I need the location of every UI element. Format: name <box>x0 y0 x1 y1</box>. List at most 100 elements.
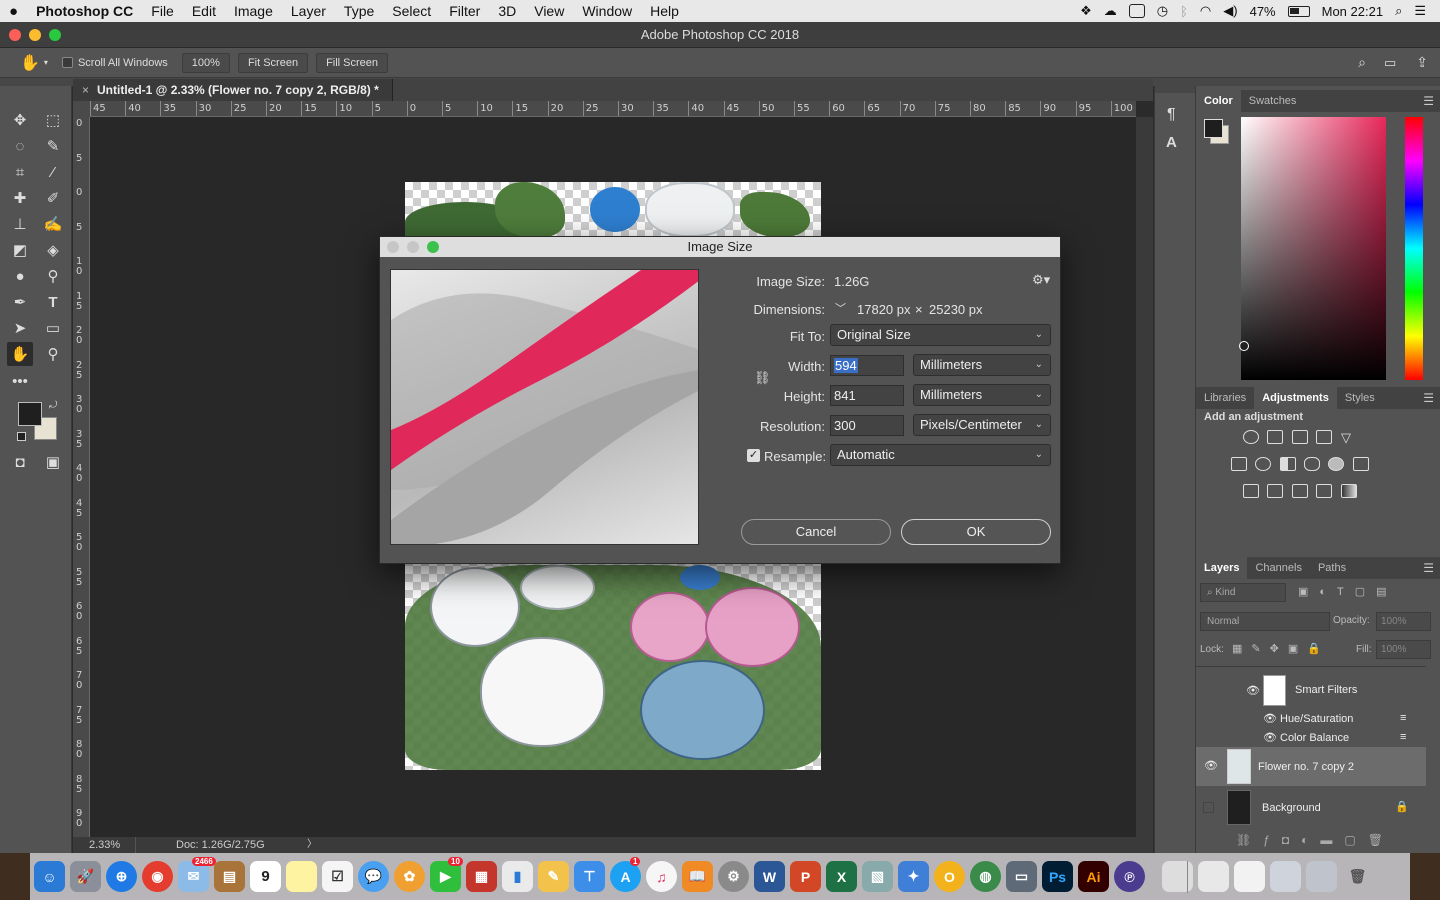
tab-channels[interactable]: Channels <box>1247 557 1309 579</box>
mail-icon[interactable]: ✉ 2466 <box>178 857 216 892</box>
healing-brush-tool-icon[interactable]: ✚ <box>7 186 33 210</box>
channel-mixer-icon[interactable] <box>1328 457 1344 471</box>
menu-image[interactable]: Image <box>225 3 282 19</box>
scanner-icon[interactable]: ▭ <box>1006 861 1037 892</box>
selective-color-icon[interactable] <box>1316 484 1332 498</box>
creative-cloud-icon[interactable]: ☁ <box>1104 3 1117 19</box>
paint-bucket-tool-icon[interactable]: ◈ <box>40 238 66 262</box>
chrome-icon[interactable]: ◉ <box>142 861 173 892</box>
eyedropper-tool-icon[interactable]: ⁄ <box>40 160 66 184</box>
brightness-contrast-icon[interactable] <box>1243 430 1259 444</box>
finder-icon[interactable]: ☺ <box>34 861 65 892</box>
chevron-down-icon[interactable]: ﹀ <box>835 300 846 316</box>
menu-window[interactable]: Window <box>573 3 641 19</box>
layer-filter-icons[interactable]: ▣◐T▢▤ <box>1298 585 1398 598</box>
photo-filter-icon[interactable] <box>1304 457 1320 471</box>
move-tool-icon[interactable]: ✥ <box>7 108 33 132</box>
width-input[interactable]: 594 <box>830 355 904 376</box>
dropbox-icon[interactable]: ❖ <box>1080 3 1092 19</box>
volume-icon[interactable]: ◀) <box>1223 3 1237 19</box>
vpn-icon[interactable]: ℗ <box>1114 861 1145 892</box>
network-icon[interactable]: ◍ <box>970 861 1001 892</box>
rectangle-tool-icon[interactable]: ▭ <box>40 316 66 340</box>
curves-icon[interactable] <box>1292 430 1308 444</box>
swap-colors-icon[interactable]: ⤾ <box>49 400 57 411</box>
excel-icon[interactable]: X <box>826 861 857 892</box>
resolution-unit-select[interactable]: Pixels/Centimeter ⌄ <box>913 414 1051 436</box>
pages-icon[interactable]: ✎ <box>538 861 569 892</box>
menu-view[interactable]: View <box>525 3 573 19</box>
resample-checkbox[interactable]: ✓ <box>747 449 760 462</box>
clone-stamp-tool-icon[interactable]: ⊥ <box>7 212 33 236</box>
layer-row-color-balance[interactable]: 👁 Color Balance ≡ <box>1196 729 1426 748</box>
close-dialog-icon[interactable] <box>387 241 399 253</box>
hue-slider[interactable] <box>1405 117 1423 380</box>
filter-options-icon[interactable]: ≡ <box>1400 731 1406 743</box>
type-tool-icon[interactable]: T <box>40 290 66 314</box>
brush-tool-icon[interactable]: ✐ <box>40 186 66 210</box>
blur-tool-icon[interactable]: ● <box>7 264 33 288</box>
fill-input[interactable]: 100% <box>1376 640 1431 659</box>
exposure-icon[interactable] <box>1316 430 1332 444</box>
zoom-window-icon[interactable] <box>49 29 61 41</box>
clock[interactable]: Mon 22:21 <box>1322 4 1383 19</box>
menu-select[interactable]: Select <box>383 3 440 19</box>
eye-icon[interactable]: 👁 <box>1263 712 1277 725</box>
battery-percent[interactable]: 47% <box>1250 4 1276 19</box>
lock-icons[interactable]: ▦✎✥▣🔒 <box>1232 642 1330 655</box>
vibrance-icon[interactable]: ▽ <box>1341 430 1351 446</box>
itunes-icon[interactable]: ♫ <box>646 861 677 892</box>
threshold-icon[interactable] <box>1292 484 1308 498</box>
battery-icon[interactable] <box>1287 5 1310 17</box>
color-picker-cursor[interactable] <box>1239 341 1249 351</box>
photo-booth-icon[interactable]: ▦ <box>466 861 497 892</box>
color-balance-icon[interactable] <box>1255 457 1271 471</box>
facetime-icon[interactable]: ▶ 10 <box>430 857 463 892</box>
tab-swatches[interactable]: Swatches <box>1241 90 1305 112</box>
horizontal-ruler[interactable]: 45 40 35 30 25 20 15 10 5 0 5 10 15 20 25 30 35 40 45 50 55 6… <box>90 101 1136 117</box>
black-white-icon[interactable] <box>1280 457 1296 471</box>
menu-filter[interactable]: Filter <box>440 3 489 19</box>
properties-panel-icon[interactable]: ¶ <box>1167 106 1176 124</box>
ok-button[interactable]: OK <box>901 519 1051 545</box>
bluetooth-icon[interactable]: ᛒ <box>1180 4 1188 19</box>
fit-screen-button[interactable]: Fit Screen <box>237 52 309 73</box>
layer-footer-icons[interactable]: ⛓ƒ◘◐▬▢🗑 <box>1236 833 1395 847</box>
levels-icon[interactable] <box>1267 430 1283 444</box>
notes-icon[interactable] <box>286 861 317 892</box>
minimize-dialog-icon[interactable] <box>407 241 419 253</box>
quick-mask-icon[interactable]: ◘ <box>7 450 33 474</box>
lock-icon[interactable]: 🔒 <box>1395 800 1409 813</box>
color-lookup-icon[interactable] <box>1353 457 1369 471</box>
photoshop-icon[interactable]: Ps <box>1042 861 1073 892</box>
search-icon[interactable]: ⌕ <box>1358 54 1366 71</box>
hue-saturation-icon[interactable] <box>1231 457 1247 471</box>
notification-center-icon[interactable]: ☰ <box>1414 3 1426 19</box>
trash-icon[interactable]: 🗑 <box>1342 861 1373 892</box>
tab-adjustments[interactable]: Adjustments <box>1254 387 1337 409</box>
quick-select-tool-icon[interactable]: ✎ <box>40 134 66 158</box>
document-stack-icon[interactable] <box>1162 861 1193 892</box>
opacity-input[interactable]: 100% <box>1376 612 1431 631</box>
reminders-icon[interactable]: ☑ <box>322 861 353 892</box>
image-stack-icon[interactable] <box>1198 861 1229 892</box>
zoom-100-button[interactable]: 100% <box>181 52 230 73</box>
eraser-tool-icon[interactable]: ◩ <box>7 238 33 262</box>
apple-icon[interactable]: ● <box>0 3 27 20</box>
screen-mode-icon[interactable]: ▣ <box>40 450 66 474</box>
marquee-tool-icon[interactable]: ⬚ <box>40 108 66 132</box>
layer-filter-kind[interactable]: ⌕ Kind <box>1200 583 1286 602</box>
screenshots-stack-icon[interactable] <box>1270 861 1301 892</box>
gradient-map-icon[interactable] <box>1341 484 1357 498</box>
fill-screen-button[interactable]: Fill Screen <box>316 52 389 73</box>
hand-tool-preset-icon[interactable]: ✋ <box>20 53 40 73</box>
display-icon[interactable] <box>1128 4 1145 18</box>
keynote-icon[interactable]: ⊤ <box>574 861 605 892</box>
color-field[interactable] <box>1239 117 1386 380</box>
height-unit-select[interactable]: Millimeters ⌄ <box>913 384 1051 406</box>
panel-menu-icon[interactable]: ☰ <box>1423 94 1434 108</box>
launchpad-icon[interactable]: 🚀 <box>70 861 101 892</box>
preview-icon[interactable]: ▧ <box>862 861 893 892</box>
resolution-input[interactable]: 300 <box>830 415 904 436</box>
workspace-icon[interactable]: ▭ <box>1384 55 1396 71</box>
